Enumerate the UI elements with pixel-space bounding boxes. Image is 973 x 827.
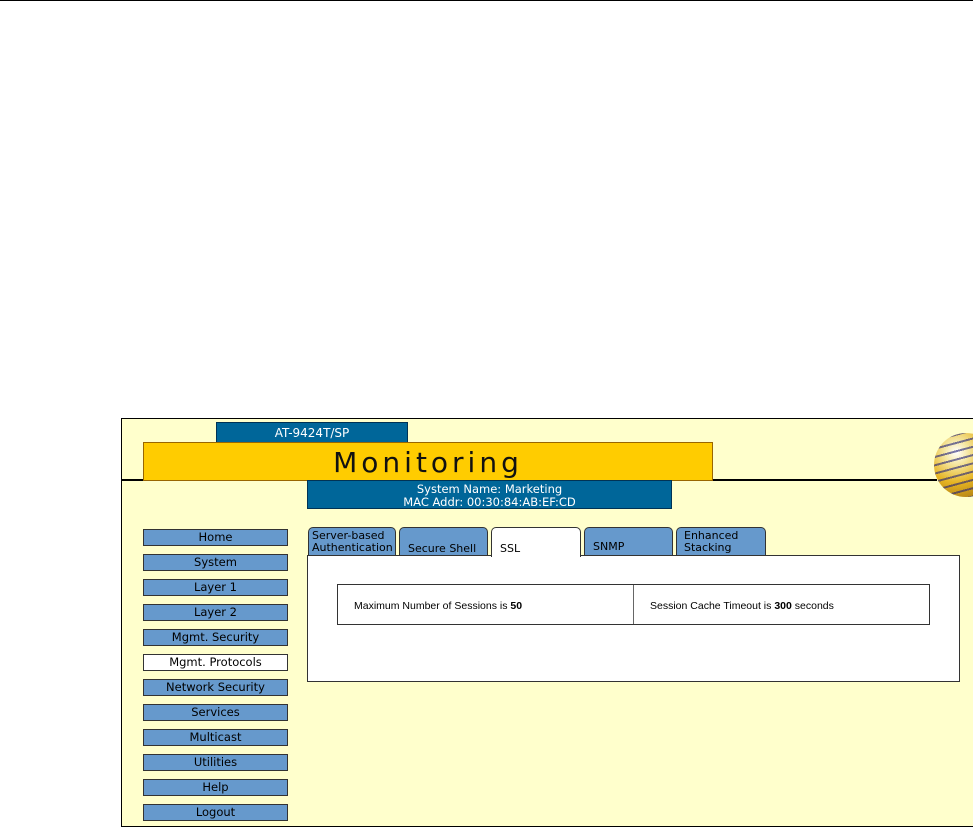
nav-help[interactable]: Help — [143, 779, 288, 796]
max-sessions-cell: Maximum Number of Sessions is 50 — [338, 585, 634, 624]
nav-utilities[interactable]: Utilities — [143, 754, 288, 771]
tab-label: Secure Shell — [408, 542, 477, 555]
tab-secure-shell[interactable]: Secure Shell — [399, 527, 488, 556]
globe-logo-icon — [934, 433, 973, 497]
tab-label: SNMP — [593, 540, 625, 553]
max-sessions-value: 50 — [510, 600, 523, 612]
tab-label: Stacking — [684, 541, 732, 554]
tab-ssl[interactable]: SSL — [491, 527, 581, 557]
cache-timeout-value: 300 — [774, 600, 792, 612]
mac-address: MAC Addr: 00:30:84:AB:EF:CD — [403, 495, 576, 509]
nav-system[interactable]: System — [143, 554, 288, 571]
nav-mgmt-security[interactable]: Mgmt. Security — [143, 629, 288, 646]
top-rule — [0, 0, 973, 1]
ssl-status-table: Maximum Number of Sessions is 50 Session… — [337, 584, 930, 625]
system-info: System Name: Marketing MAC Addr: 00:30:8… — [307, 480, 672, 509]
nav-layer2[interactable]: Layer 2 — [143, 604, 288, 621]
nav-home[interactable]: Home — [143, 529, 288, 546]
nav-multicast[interactable]: Multicast — [143, 729, 288, 746]
device-model: AT-9424T/SP — [216, 422, 408, 443]
max-sessions-label: Maximum Number of Sessions is — [354, 600, 511, 612]
tab-server-based-authentication[interactable]: Server-based Authentication — [308, 527, 396, 556]
nav-mgmt-protocols[interactable]: Mgmt. Protocols — [143, 654, 288, 671]
nav-layer1[interactable]: Layer 1 — [143, 579, 288, 596]
cache-timeout-label: Session Cache Timeout is — [650, 600, 775, 612]
web-ui-frame: AT-9424T/SP Monitoring System Name: Mark… — [121, 418, 973, 827]
cache-timeout-cell: Session Cache Timeout is 300 seconds — [634, 585, 929, 624]
page-title: Monitoring — [143, 442, 713, 481]
cache-timeout-unit: seconds — [791, 600, 834, 612]
nav-services[interactable]: Services — [143, 704, 288, 721]
nav-network-security[interactable]: Network Security — [143, 679, 288, 696]
tab-snmp[interactable]: SNMP — [584, 527, 673, 556]
tab-label: SSL — [500, 542, 521, 555]
nav-logout[interactable]: Logout — [143, 804, 288, 821]
tab-label: Authentication — [312, 541, 393, 554]
tab-enhanced-stacking[interactable]: Enhanced Stacking — [676, 527, 766, 556]
